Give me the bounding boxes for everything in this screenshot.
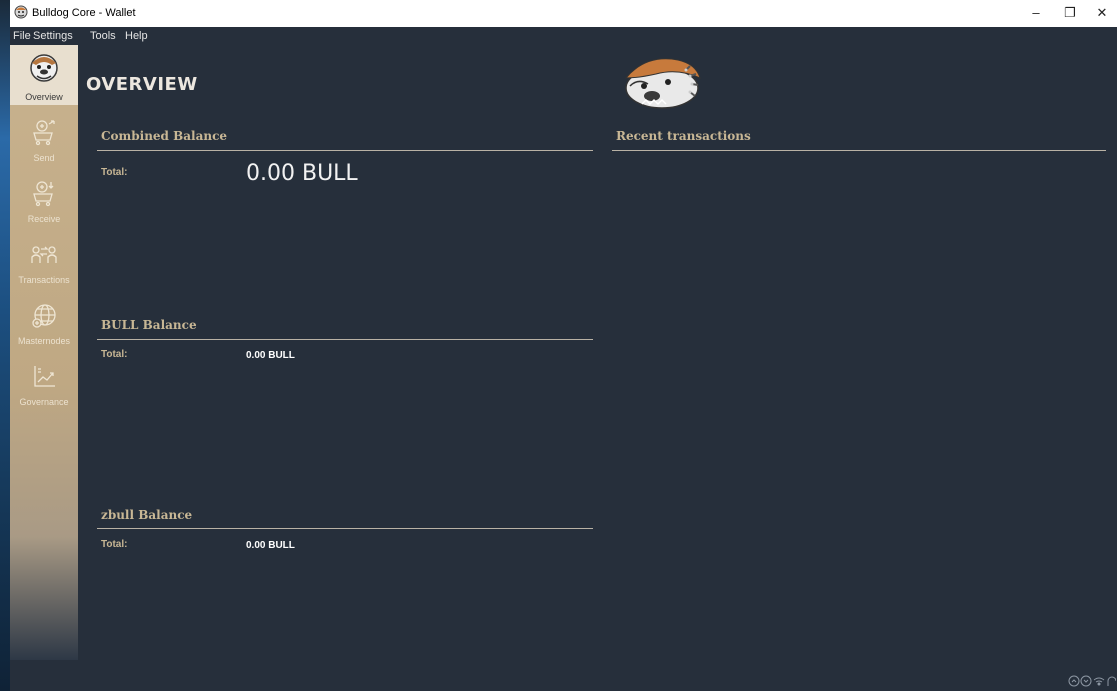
desktop-background: [0, 0, 10, 691]
sidebar-label-transactions: Transactions: [18, 275, 70, 285]
combined-balance-heading: Combined Balance: [101, 129, 228, 143]
bull-balance-heading: BULL Balance: [101, 318, 197, 332]
zbull-balance-divider: [97, 528, 593, 529]
page-title: OVERVIEW: [86, 74, 198, 95]
zbull-total-value: 0.00 BULL: [246, 540, 295, 551]
sidebar-item-overview[interactable]: Overview: [10, 45, 78, 105]
sidebar-label-overview: Overview: [25, 92, 63, 102]
bulldog-icon: [30, 54, 58, 82]
title-bar: Bulldog Core - Wallet – ❐ ✕: [10, 0, 1117, 27]
window-title: Bulldog Core - Wallet: [32, 7, 136, 19]
sidebar-item-send[interactable]: Send: [10, 109, 78, 169]
sidebar-item-transactions[interactable]: Transactions: [10, 231, 78, 291]
status-bar-icons: [1068, 675, 1116, 687]
sidebar-label-send: Send: [33, 153, 55, 163]
sidebar-label-governance: Governance: [19, 397, 69, 407]
menu-file[interactable]: File: [13, 30, 31, 42]
menu-settings[interactable]: Settings: [33, 30, 73, 42]
menu-tools[interactable]: Tools: [90, 30, 116, 42]
wallet-window: Bulldog Core - Wallet – ❐ ✕ File Setting…: [10, 0, 1117, 691]
combined-balance-divider: [97, 150, 593, 151]
sidebar-item-receive[interactable]: Receive: [10, 170, 78, 230]
menu-bar: File Settings Tools Help: [10, 27, 1117, 45]
sidebar: Overview Send Receive Transactions Maste…: [10, 45, 78, 660]
combined-total-label: Total:: [101, 167, 128, 178]
transactions-icon: [31, 246, 57, 263]
send-cart-icon: [33, 120, 55, 146]
chart-icon: [34, 366, 55, 387]
sidebar-item-masternodes[interactable]: Masternodes: [10, 292, 78, 352]
zbull-balance-heading: zbull Balance: [101, 508, 193, 522]
combined-total-value: 0.00 BULL: [246, 161, 358, 186]
bull-total-label: Total:: [101, 349, 128, 360]
zbull-total-label: Total:: [101, 539, 128, 550]
menu-help[interactable]: Help: [125, 30, 148, 42]
globe-icon: [32, 304, 56, 328]
sidebar-label-masternodes: Masternodes: [17, 336, 71, 346]
receive-cart-icon: [33, 181, 54, 207]
recent-transactions-heading: Recent transactions: [616, 129, 751, 143]
bulldog-app-icon: [14, 5, 28, 19]
sidebar-label-receive: Receive: [27, 214, 61, 224]
bulldog-logo: [624, 58, 701, 109]
sidebar-item-governance[interactable]: Governance: [10, 353, 78, 413]
bull-total-value: 0.00 BULL: [246, 350, 295, 361]
close-button[interactable]: ✕: [1082, 2, 1117, 24]
bull-balance-divider: [97, 339, 593, 340]
recent-transactions-divider: [612, 150, 1106, 151]
